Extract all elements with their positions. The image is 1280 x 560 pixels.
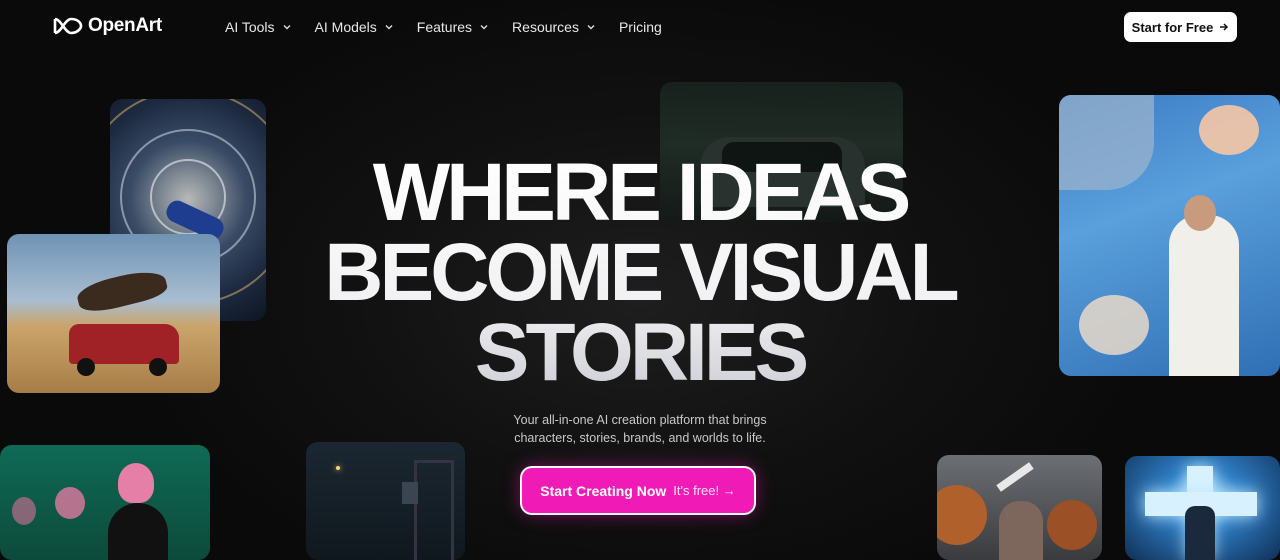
nav-item-label: Pricing xyxy=(618,19,662,35)
hero-title: WHERE IDEAS BECOME VISUAL STORIES xyxy=(290,153,990,393)
cta-secondary-label: It's free! → xyxy=(673,483,736,498)
chevron-down-icon xyxy=(587,25,595,30)
start-creating-now-button[interactable]: Start Creating Now It's free! → xyxy=(522,468,754,513)
nav-item-resources[interactable]: Resources xyxy=(512,19,595,35)
cross-light-image xyxy=(1125,456,1280,560)
nav-item-features[interactable]: Features xyxy=(417,19,488,35)
hero-subtitle-line: Your all-in-one AI creation platform tha… xyxy=(513,413,767,427)
nav-item-label: Resources xyxy=(512,19,579,35)
lockers-portrait-image xyxy=(0,445,210,560)
hero-title-line: WHERE IDEAS xyxy=(372,147,908,238)
horse-jump-car-image xyxy=(7,234,220,393)
brand-name: OpenArt xyxy=(88,15,162,36)
nav-item-ai-tools[interactable]: AI Tools xyxy=(225,19,291,35)
nav-item-pricing[interactable]: Pricing xyxy=(619,19,662,35)
hero-title-line: STORIES xyxy=(474,307,806,398)
hero-subtitle: Your all-in-one AI creation platform tha… xyxy=(440,411,840,447)
nav-item-label: AI Tools xyxy=(225,19,275,35)
infinity-logo-icon xyxy=(53,17,83,35)
nav-menu: AI Tools AI Models Features Resources Pr… xyxy=(225,19,686,35)
chevron-down-icon xyxy=(385,25,393,30)
chevron-down-icon xyxy=(480,25,488,30)
rain-bus-stop-image xyxy=(306,442,465,560)
hero-subtitle-line: characters, stories, brands, and worlds … xyxy=(514,431,766,445)
hero-title-line: BECOME VISUAL xyxy=(324,227,956,318)
cta-primary-label: Start Creating Now xyxy=(540,482,667,499)
nav-item-ai-models[interactable]: AI Models xyxy=(315,19,393,35)
basketball-player-image xyxy=(937,455,1102,560)
top-nav: OpenArt AI Tools AI Models Features Reso… xyxy=(0,0,1280,56)
start-for-free-label: Start for Free xyxy=(1131,19,1214,35)
flowers-wedding-image xyxy=(1059,95,1280,376)
arrow-right-icon xyxy=(1220,23,1229,31)
start-for-free-button[interactable]: Start for Free xyxy=(1124,12,1237,42)
chevron-down-icon xyxy=(283,25,291,30)
nav-item-label: Features xyxy=(416,19,473,35)
nav-item-label: AI Models xyxy=(314,19,377,35)
logo[interactable]: OpenArt xyxy=(52,15,162,37)
